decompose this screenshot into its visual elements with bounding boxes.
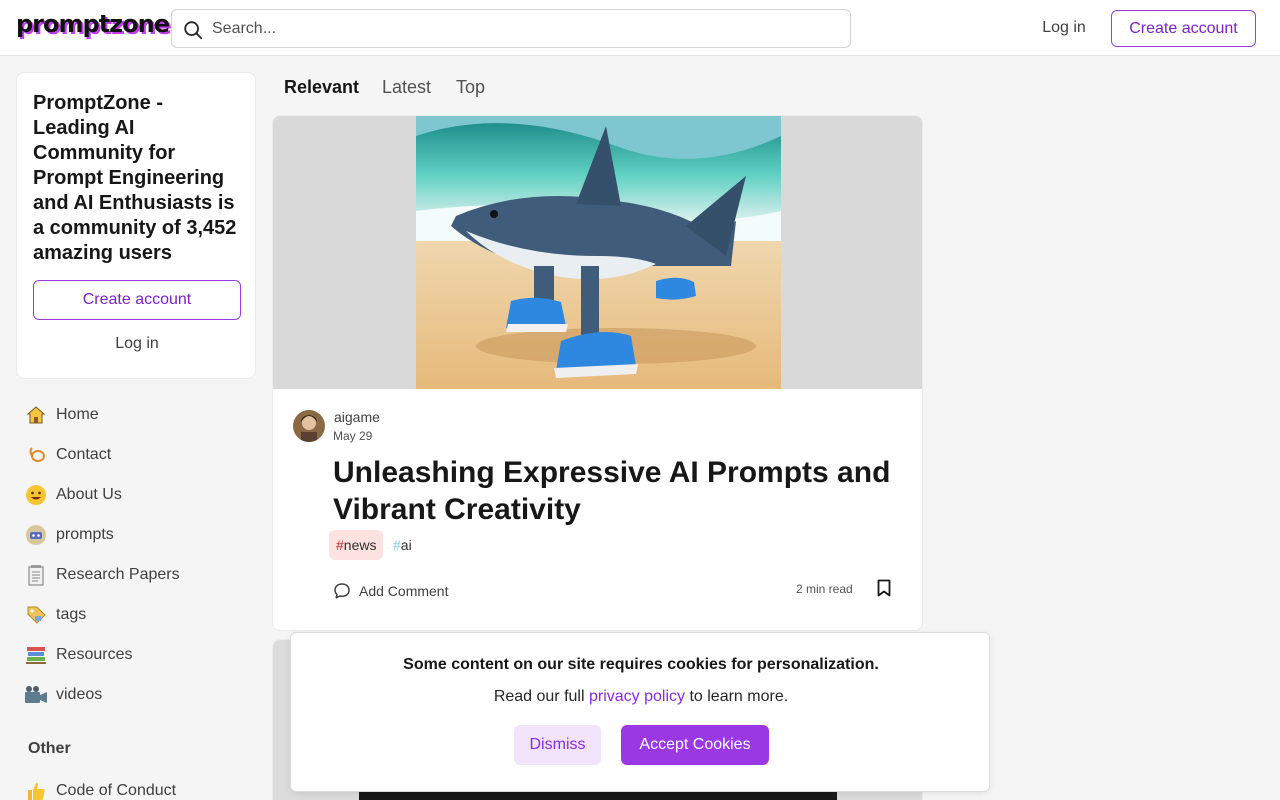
label-tag-icon — [24, 603, 48, 627]
comment-icon — [334, 583, 350, 599]
sidebar-item-label: Code of Conduct — [56, 782, 177, 799]
tab-relevant[interactable]: Relevant — [284, 77, 359, 103]
video-camera-icon — [24, 683, 48, 707]
post-title[interactable]: Unleashing Expressive AI Prompts and Vib… — [333, 454, 903, 528]
add-comment-label: Add Comment — [359, 583, 449, 599]
sidebar-create-account-button[interactable]: Create account — [33, 280, 241, 320]
sidebar-item-label: videos — [56, 686, 103, 703]
sidebar-item-label: Research Papers — [56, 566, 180, 583]
house-icon — [24, 403, 48, 427]
add-comment-button[interactable]: Add Comment — [333, 580, 448, 602]
bookmark-icon[interactable] — [877, 579, 891, 597]
search-icon — [184, 21, 203, 40]
search-input[interactable] — [212, 17, 832, 41]
tag-ai[interactable]: # ai — [391, 530, 414, 560]
login-link[interactable]: Log in — [1028, 8, 1100, 48]
sidebar-item-resources[interactable]: Resources — [20, 637, 256, 673]
create-account-button[interactable]: Create account — [1111, 10, 1256, 47]
cookie-subtext: Read our full privacy policy to learn mo… — [493, 688, 789, 705]
thumbs-up-icon — [24, 779, 48, 800]
sidebar-item-label: tags — [56, 606, 87, 623]
cookie-message: Some content on our site requires cookie… — [403, 656, 879, 673]
sidebar-item-videos[interactable]: videos — [20, 677, 256, 713]
welcome-card: PromptZone - Leading AI Community for Pr… — [16, 72, 256, 379]
sidebar-item-label: Home — [56, 406, 99, 423]
smiling-face-icon — [24, 483, 48, 507]
post-date[interactable]: May 29 — [333, 429, 372, 443]
sidebar-item-prompts[interactable]: prompts — [20, 517, 256, 553]
books-icon — [24, 643, 48, 667]
shark-sneakers-illustration — [416, 116, 781, 389]
post-card[interactable]: aigame May 29 Unleashing Expressive AI P… — [272, 115, 923, 631]
top-navigation-bar: promptzone. Log in Create account — [0, 0, 1280, 56]
promptzone-logo[interactable]: promptzone. — [16, 10, 178, 38]
cookie-banner: Some content on our site requires cookie… — [290, 632, 990, 792]
read-time: 2 min read — [796, 582, 853, 596]
accept-cookies-button[interactable]: Accept Cookies — [621, 725, 769, 765]
search-box[interactable] — [171, 9, 851, 48]
tab-latest[interactable]: Latest — [382, 77, 431, 103]
tag-news[interactable]: # news — [329, 530, 384, 560]
lasso-icon — [24, 443, 48, 467]
sidebar-item-contact[interactable]: Contact — [20, 437, 256, 473]
community-heading: PromptZone - Leading AI Community for Pr… — [33, 92, 237, 264]
sidebar-item-label: prompts — [56, 526, 114, 543]
dismiss-button[interactable]: Dismiss — [514, 725, 601, 765]
tab-top[interactable]: Top — [456, 77, 485, 103]
sidebar-item-label: Resources — [56, 646, 133, 663]
sidebar-login-link[interactable]: Log in — [33, 328, 241, 360]
privacy-policy-link[interactable]: privacy policy — [589, 688, 685, 705]
author-avatar[interactable] — [293, 410, 325, 442]
sidebar-item-code-of-conduct[interactable]: Code of Conduct — [20, 773, 256, 800]
robot-icon — [24, 523, 48, 547]
other-heading: Other — [28, 740, 71, 757]
sidebar-item-tags[interactable]: tags — [20, 597, 256, 633]
sidebar-item-research-papers[interactable]: Research Papers — [20, 557, 256, 593]
sidebar-item-label: About Us — [56, 486, 122, 503]
sidebar-item-label: Contact — [56, 446, 112, 463]
sidebar-item-home[interactable]: Home — [20, 397, 256, 433]
post-cover-image[interactable] — [273, 116, 922, 389]
author-name[interactable]: aigame — [334, 409, 380, 425]
sidebar-item-about-us[interactable]: About Us — [20, 477, 256, 513]
notepad-icon — [24, 563, 48, 587]
